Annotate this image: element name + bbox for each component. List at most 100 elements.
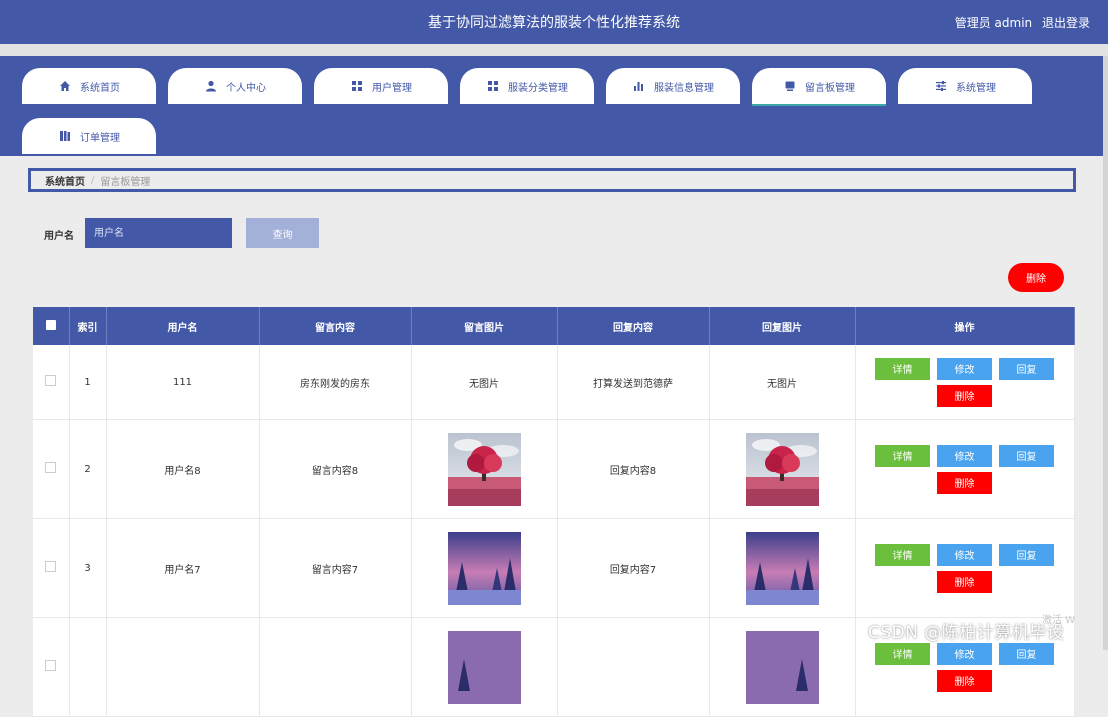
column-header: 回复内容 xyxy=(557,307,710,345)
book-icon xyxy=(58,129,72,143)
tab-system-management[interactable]: 系统管理 xyxy=(898,68,1032,104)
tab-label: 服装分类管理 xyxy=(508,82,568,94)
content-cell xyxy=(259,617,412,717)
row-select-cell xyxy=(33,419,70,519)
bar-chart-icon xyxy=(632,79,646,93)
detail-button[interactable]: 详情 xyxy=(875,444,930,467)
row-checkbox[interactable] xyxy=(45,375,57,386)
message-icon xyxy=(783,79,797,93)
tab-clothing-info[interactable]: 服装信息管理 xyxy=(606,68,740,104)
image-cell xyxy=(411,518,558,618)
nav-bar: 系统首页 个人中心 用户管理 服装分类管理 服装信息管理 留言板管理 系统管理 … xyxy=(0,56,1108,156)
reply-image-cell xyxy=(709,419,856,519)
winter-forest-image[interactable] xyxy=(745,531,819,605)
column-header: 留言内容 xyxy=(259,307,412,345)
username-search-input[interactable] xyxy=(85,218,232,248)
admin-label: 管理员 admin xyxy=(954,16,1033,30)
reply-cell xyxy=(557,617,710,717)
winter-forest-image[interactable] xyxy=(447,630,521,704)
app-title: 基于协同过滤算法的服装个性化推荐系统 xyxy=(428,15,680,31)
row-select-cell xyxy=(33,345,70,420)
header-gap xyxy=(0,44,1108,56)
image-cell: 无图片 xyxy=(411,345,558,420)
reply-cell: 打算发送到范德萨 xyxy=(557,345,710,420)
image-cell xyxy=(411,419,558,519)
edit-button[interactable]: 修改 xyxy=(937,444,992,467)
operations-cell: 详情 修改 回复 删除 xyxy=(855,518,1075,618)
red-tree-image[interactable] xyxy=(745,432,819,506)
logout-link[interactable]: 退出登录 xyxy=(1042,16,1090,30)
reply-image-cell xyxy=(709,518,856,618)
row-select-cell xyxy=(33,518,70,618)
breadcrumb-separator: / xyxy=(91,174,95,186)
top-header: 基于协同过滤算法的服装个性化推荐系统 管理员 admin 退出登录 xyxy=(0,0,1108,44)
table-row: 2 用户名8 留言内容8 回复内容8 详情 修改 回复 删除 xyxy=(33,419,1075,519)
row-checkbox[interactable] xyxy=(45,660,57,671)
tab-label: 个人中心 xyxy=(226,82,266,94)
row-checkbox[interactable] xyxy=(45,462,57,473)
reply-button[interactable]: 回复 xyxy=(999,642,1054,665)
query-button[interactable]: 查询 xyxy=(246,218,319,248)
column-header: 索引 xyxy=(69,307,107,345)
tab-label: 留言板管理 xyxy=(805,82,855,94)
row-select-cell xyxy=(33,617,70,717)
edit-button[interactable]: 修改 xyxy=(937,543,992,566)
home-icon xyxy=(58,79,72,93)
detail-button[interactable]: 详情 xyxy=(875,357,930,380)
tab-label: 系统管理 xyxy=(956,82,996,94)
message-table: 索引 用户名 留言内容 留言图片 回复内容 回复图片 操作 1 111 房东刚发… xyxy=(33,307,1075,717)
tab-message-board[interactable]: 留言板管理 xyxy=(752,68,886,106)
row-checkbox[interactable] xyxy=(45,561,57,572)
content-cell: 留言内容7 xyxy=(259,518,412,618)
content-cell: 房东刚发的房东 xyxy=(259,345,412,420)
search-label: 用户名 xyxy=(44,231,74,242)
delete-button[interactable]: 删除 xyxy=(937,384,992,407)
username-cell: 用户名7 xyxy=(106,518,260,618)
detail-button[interactable]: 详情 xyxy=(875,642,930,665)
batch-delete-button[interactable]: 删除 xyxy=(1008,263,1064,292)
tab-label: 订单管理 xyxy=(80,132,120,144)
username-cell xyxy=(106,617,260,717)
delete-button[interactable]: 删除 xyxy=(937,669,992,692)
delete-button[interactable]: 删除 xyxy=(937,471,992,494)
winter-forest-image[interactable] xyxy=(447,531,521,605)
index-cell xyxy=(69,617,107,717)
index-cell: 1 xyxy=(69,345,107,420)
tab-label: 服装信息管理 xyxy=(654,82,714,94)
tab-label: 用户管理 xyxy=(372,82,412,94)
operations-cell: 详情 修改 回复 删除 xyxy=(855,419,1075,519)
tab-category-management[interactable]: 服装分类管理 xyxy=(460,68,594,104)
sliders-icon xyxy=(934,79,948,93)
reply-button[interactable]: 回复 xyxy=(999,444,1054,467)
vertical-scrollbar[interactable] xyxy=(1103,56,1108,650)
tab-personal-center[interactable]: 个人中心 xyxy=(168,68,302,104)
reply-button[interactable]: 回复 xyxy=(999,543,1054,566)
column-header: 回复图片 xyxy=(709,307,856,345)
breadcrumb-current: 留言板管理 xyxy=(100,176,151,188)
reply-image-cell: 无图片 xyxy=(709,345,856,420)
grid-icon xyxy=(350,79,364,93)
column-header: 用户名 xyxy=(106,307,260,345)
edit-button[interactable]: 修改 xyxy=(937,642,992,665)
grid-icon xyxy=(486,79,500,93)
detail-button[interactable]: 详情 xyxy=(875,543,930,566)
reply-button[interactable]: 回复 xyxy=(999,357,1054,380)
tab-order-management[interactable]: 订单管理 xyxy=(22,118,156,154)
red-tree-image[interactable] xyxy=(447,432,521,506)
select-all-checkbox[interactable] xyxy=(45,319,56,330)
reply-cell: 回复内容8 xyxy=(557,419,710,519)
winter-forest-image[interactable] xyxy=(745,630,819,704)
edit-button[interactable]: 修改 xyxy=(937,357,992,380)
table-header-row: 索引 用户名 留言内容 留言图片 回复内容 回复图片 操作 xyxy=(33,307,1075,345)
delete-button[interactable]: 删除 xyxy=(937,570,992,593)
username-cell: 111 xyxy=(106,345,260,420)
operations-cell: 详情 修改 回复 删除 xyxy=(855,345,1075,420)
tab-home[interactable]: 系统首页 xyxy=(22,68,156,104)
table-row: 1 111 房东刚发的房东 无图片 打算发送到范德萨 无图片 详情 修改 回复 … xyxy=(33,345,1075,420)
reply-cell: 回复内容7 xyxy=(557,518,710,618)
breadcrumb-home[interactable]: 系统首页 xyxy=(45,173,85,188)
tab-user-management[interactable]: 用户管理 xyxy=(314,68,448,104)
select-all-cell xyxy=(33,307,70,345)
index-cell: 2 xyxy=(69,419,107,519)
column-header: 留言图片 xyxy=(411,307,558,345)
